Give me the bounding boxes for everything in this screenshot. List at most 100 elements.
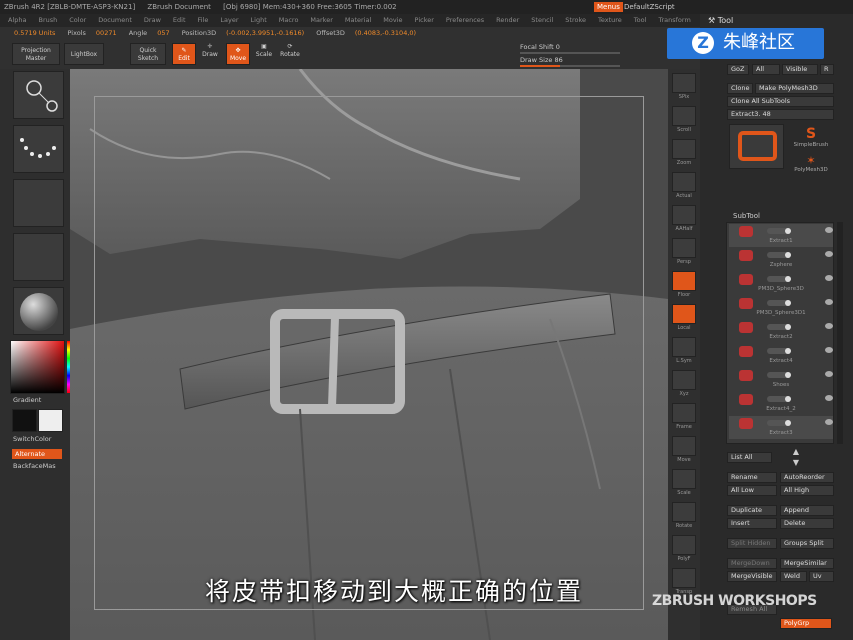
view-button-actual[interactable] bbox=[672, 172, 696, 192]
duplicate-button[interactable]: Duplicate bbox=[727, 505, 777, 516]
auto-reorder-button[interactable]: AutoReorder bbox=[780, 472, 834, 483]
projection-master-button[interactable]: Projection Master bbox=[12, 43, 60, 65]
eye-icon[interactable] bbox=[825, 275, 833, 281]
menu-item[interactable]: Stroke bbox=[565, 16, 586, 24]
clone-button[interactable]: Clone bbox=[727, 83, 753, 94]
delete-button[interactable]: Delete bbox=[780, 518, 834, 529]
r-button[interactable]: R bbox=[820, 64, 834, 75]
subtool-toggle[interactable] bbox=[767, 348, 791, 354]
texture-thumbnail[interactable] bbox=[13, 233, 64, 281]
merge-visible-button[interactable]: MergeVisible bbox=[727, 571, 777, 582]
merge-down-button[interactable]: MergeDown bbox=[727, 558, 777, 569]
subtool-item[interactable]: Zsphere bbox=[729, 248, 833, 271]
arrow-up-icon[interactable]: ▲ bbox=[787, 446, 805, 457]
backface-mask-label[interactable]: BackfaceMas bbox=[13, 462, 56, 470]
menu-item[interactable]: Light bbox=[251, 16, 267, 24]
view-button-rotate[interactable] bbox=[672, 502, 696, 522]
alpha-thumbnail[interactable] bbox=[13, 179, 64, 227]
quick-sketch-button[interactable]: Quick Sketch bbox=[130, 43, 166, 65]
subtool-item[interactable]: Extract3 bbox=[729, 416, 833, 439]
subtool-item[interactable]: PM3D_Sphere3D bbox=[729, 272, 833, 295]
view-button-move[interactable] bbox=[672, 436, 696, 456]
view-button-aahalf[interactable] bbox=[672, 205, 696, 225]
view-button-zoom[interactable] bbox=[672, 139, 696, 159]
insert-button[interactable]: Insert bbox=[727, 518, 777, 529]
draw-size-slider[interactable]: Draw Size 86 bbox=[520, 56, 563, 64]
menu-item[interactable]: Document bbox=[98, 16, 132, 24]
rename-button[interactable]: Rename bbox=[727, 472, 777, 483]
canvas-viewport[interactable] bbox=[70, 69, 668, 640]
arrow-down-icon[interactable]: ▼ bbox=[787, 457, 805, 468]
focal-shift-track[interactable] bbox=[520, 52, 620, 54]
subtool-toggle[interactable] bbox=[767, 372, 791, 378]
uv-button[interactable]: Uv bbox=[809, 571, 834, 582]
current-tool-thumbnail[interactable] bbox=[729, 124, 784, 169]
draw-size-track[interactable] bbox=[520, 65, 620, 67]
simplebrush-tool[interactable]: S SimpleBrush bbox=[788, 126, 834, 148]
view-button-scale[interactable] bbox=[672, 469, 696, 489]
subtool-toggle[interactable] bbox=[767, 420, 791, 426]
clone-all-subtools-button[interactable]: Clone All SubTools bbox=[727, 96, 834, 107]
alternate-button[interactable]: Alternate bbox=[12, 449, 62, 459]
focal-shift-slider[interactable]: Focal Shift 0 bbox=[520, 43, 560, 51]
current-tool-slider[interactable]: Extract3. 48 bbox=[727, 109, 834, 120]
merge-similar-button[interactable]: MergeSimilar bbox=[780, 558, 834, 569]
menu-item[interactable]: Render bbox=[496, 16, 519, 24]
eye-icon[interactable] bbox=[825, 299, 833, 305]
groups-split-button[interactable]: Groups Split bbox=[780, 538, 834, 549]
eye-icon[interactable] bbox=[825, 347, 833, 353]
subtool-arrows[interactable]: ▲ ▼ bbox=[787, 446, 805, 470]
make-polymesh-button[interactable]: Make PolyMesh3D bbox=[755, 83, 834, 94]
view-button-l-sym[interactable] bbox=[672, 337, 696, 357]
subtool-item[interactable]: Extract4 bbox=[729, 344, 833, 367]
all-button[interactable]: All bbox=[752, 64, 780, 75]
view-button-frame[interactable] bbox=[672, 403, 696, 423]
eye-icon[interactable] bbox=[825, 371, 833, 377]
scale-button[interactable]: ▣ Scale bbox=[252, 43, 276, 65]
polymesh3d-tool[interactable]: ✶ PolyMesh3D bbox=[788, 154, 834, 173]
menu-item[interactable]: Picker bbox=[415, 16, 434, 24]
brush-thumbnail[interactable] bbox=[13, 71, 64, 119]
eye-icon[interactable] bbox=[825, 419, 833, 425]
subtool-toggle[interactable] bbox=[767, 228, 791, 234]
menu-item[interactable]: Texture bbox=[598, 16, 622, 24]
all-high-button[interactable]: All High bbox=[780, 485, 834, 496]
subtool-item[interactable]: PM3D_Sphere3D1 bbox=[729, 296, 833, 319]
subtool-scrollbar[interactable] bbox=[837, 222, 843, 444]
draw-button[interactable]: ✛ Draw bbox=[198, 43, 222, 65]
view-button-polyf[interactable] bbox=[672, 535, 696, 555]
menu-item[interactable]: Layer bbox=[220, 16, 238, 24]
view-button-persp[interactable] bbox=[672, 238, 696, 258]
split-hidden-button[interactable]: Split Hidden bbox=[727, 538, 777, 549]
view-button-transp[interactable] bbox=[672, 568, 696, 588]
menu-item[interactable]: Stencil bbox=[531, 16, 553, 24]
gradient-label[interactable]: Gradient bbox=[13, 396, 41, 404]
edit-button[interactable]: ✎ Edit bbox=[172, 43, 196, 65]
rotate-button[interactable]: ⟳ Rotate bbox=[278, 43, 302, 65]
weld-button[interactable]: Weld bbox=[780, 571, 807, 582]
menu-item[interactable]: Macro bbox=[279, 16, 299, 24]
menu-item[interactable]: Brush bbox=[38, 16, 57, 24]
eye-icon[interactable] bbox=[825, 227, 833, 233]
lightbox-button[interactable]: LightBox bbox=[64, 43, 104, 65]
menu-item[interactable]: Material bbox=[345, 16, 371, 24]
polygrp-button[interactable]: PolyGrp bbox=[780, 618, 832, 629]
menu-item[interactable]: Transform bbox=[658, 16, 690, 24]
menu-item[interactable]: Alpha bbox=[8, 16, 26, 24]
goz-button[interactable]: GoZ bbox=[727, 64, 749, 75]
subtool-item[interactable]: Extract1 bbox=[729, 224, 833, 247]
subtool-toggle[interactable] bbox=[767, 300, 791, 306]
view-button-local[interactable] bbox=[672, 304, 696, 324]
subtool-toggle[interactable] bbox=[767, 276, 791, 282]
main-color-swatch[interactable] bbox=[12, 409, 37, 432]
view-button-scroll[interactable] bbox=[672, 106, 696, 126]
menu-item[interactable]: Tool bbox=[634, 16, 647, 24]
switch-color-label[interactable]: SwitchColor bbox=[13, 435, 51, 443]
subtool-toggle[interactable] bbox=[767, 324, 791, 330]
eye-icon[interactable] bbox=[825, 323, 833, 329]
menu-item[interactable]: Edit bbox=[173, 16, 186, 24]
menu-item[interactable]: Preferences bbox=[446, 16, 484, 24]
eye-icon[interactable] bbox=[825, 395, 833, 401]
subtool-item[interactable]: Shoes bbox=[729, 368, 833, 391]
subtool-toggle[interactable] bbox=[767, 396, 791, 402]
